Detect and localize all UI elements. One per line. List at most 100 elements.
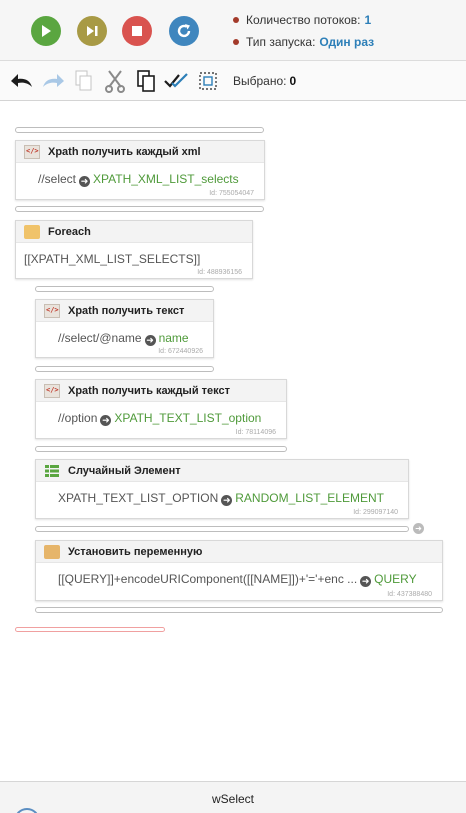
double-check-icon xyxy=(164,73,188,88)
block-id: Id: 672440926 xyxy=(158,348,203,355)
block-id: Id: 437388480 xyxy=(387,591,432,598)
block-body: XPATH_TEXT_LIST_OPTION ➜ RANDOM_LIST_ELEME… xyxy=(36,482,408,506)
restart-button[interactable] xyxy=(169,16,199,46)
script-canvas[interactable]: Xpath получить каждый xml //select➜XPATH… xyxy=(0,101,466,781)
block-xpath-text-list[interactable]: Xpath получить каждый текст //option➜XPA… xyxy=(35,379,287,439)
edit-toolbar: Выбрано: 0 xyxy=(0,61,466,101)
block-foreach[interactable]: Foreach [[XPATH_XML_LIST_SELECTS]] Id: 4… xyxy=(15,220,253,279)
paste-icon xyxy=(137,70,155,92)
bullet-icon xyxy=(233,17,239,23)
block-id: Id: 488936156 xyxy=(197,269,242,276)
block-header: Xpath получить каждый текст xyxy=(36,380,286,402)
block-title: Случайный Элемент xyxy=(68,464,181,477)
copy-button[interactable] xyxy=(71,69,97,93)
selected-label: Выбрано: xyxy=(233,74,287,88)
block-header: Установить переменную xyxy=(36,541,442,563)
block-title: Xpath получить текст xyxy=(68,304,185,317)
block-header: Foreach xyxy=(16,221,252,243)
block-id: Id: 299097140 xyxy=(353,509,398,516)
block-output: QUERY xyxy=(374,572,417,586)
block-header: Случайный Элемент xyxy=(36,460,408,482)
threads-value[interactable]: 1 xyxy=(365,13,372,27)
threads-info: Количество потоков: 1 xyxy=(233,13,371,27)
deselect-button[interactable] xyxy=(195,69,221,93)
select-all-button[interactable] xyxy=(164,69,190,93)
code-icon xyxy=(44,303,60,318)
insert-point[interactable] xyxy=(35,286,214,292)
arrow-right-icon: ➜ xyxy=(144,335,156,346)
block-body: //select/@name ➜ name xyxy=(36,322,213,346)
play-icon xyxy=(42,25,51,37)
launch-info: Тип запуска: Один раз xyxy=(233,35,374,49)
scissors-icon xyxy=(105,70,125,93)
redo-icon xyxy=(43,74,64,87)
block-id: Id: 755054047 xyxy=(209,190,254,197)
logo xyxy=(14,808,40,813)
block-xpath-text[interactable]: Xpath получить текст //select/@name➜name… xyxy=(35,299,214,358)
arrow-right-icon: ➜ xyxy=(221,495,233,506)
step-button[interactable] xyxy=(77,16,107,46)
insert-point[interactable] xyxy=(15,127,264,133)
block-input: [[QUERY]]+encodeURIComponent([[NAME]])+'… xyxy=(58,572,358,586)
block-body: //option ➜ XPATH_TEXT_LIST_option xyxy=(36,402,286,426)
stop-button[interactable] xyxy=(122,16,152,46)
block-random-element[interactable]: Случайный Элемент XPATH_TEXT_LIST_OPTION… xyxy=(35,459,409,519)
launch-value[interactable]: Один раз xyxy=(319,35,374,49)
project-name: wSelect xyxy=(211,792,255,806)
block-input: //select/@name xyxy=(58,331,142,345)
restart-icon xyxy=(177,24,191,38)
block-input: [[XPATH_XML_LIST_SELECTS]] xyxy=(24,252,201,266)
stop-icon xyxy=(132,26,142,36)
block-title: Xpath получить каждый xml xyxy=(48,145,201,158)
block-output: RANDOM_LIST_ELEMENT xyxy=(235,491,384,505)
block-input: XPATH_TEXT_LIST_OPTION xyxy=(58,491,219,505)
block-xpath-xml-list[interactable]: Xpath получить каждый xml //select➜XPATH… xyxy=(15,140,265,200)
status-bar: wSelect xyxy=(0,781,466,813)
step-forward-icon xyxy=(87,26,98,36)
loop-icon xyxy=(24,224,40,239)
block-input: //select xyxy=(38,172,77,186)
arrow-right-icon: ➜ xyxy=(79,176,91,187)
insert-point[interactable] xyxy=(35,446,287,452)
insert-point[interactable] xyxy=(15,206,264,212)
block-body: [[QUERY]]+encodeURIComponent([[NAME]])+'… xyxy=(36,563,442,587)
insert-point[interactable] xyxy=(35,607,443,613)
insert-point-active[interactable] xyxy=(15,627,165,632)
block-header: Xpath получить каждый xml xyxy=(16,141,264,163)
block-title: Foreach xyxy=(48,225,91,238)
redo-button[interactable] xyxy=(40,69,66,93)
block-header: Xpath получить текст xyxy=(36,300,213,322)
block-output: name xyxy=(158,331,189,345)
launch-label: Тип запуска: xyxy=(246,35,316,49)
arrow-right-icon: ➜ xyxy=(100,415,112,426)
block-body: //select ➜ XPATH_XML_LIST_selects xyxy=(16,163,264,187)
control-bar: Количество потоков: 1 Тип запуска: Один ра… xyxy=(0,0,466,61)
bullet-icon xyxy=(233,39,239,45)
code-icon xyxy=(24,144,40,159)
block-input: //option xyxy=(58,411,98,425)
paste-button[interactable] xyxy=(133,69,159,93)
threads-label: Количество потоков: xyxy=(246,13,361,27)
block-id: Id: 78114096 xyxy=(235,429,276,436)
copy-icon xyxy=(75,70,92,91)
insert-point[interactable] xyxy=(35,366,214,372)
selection-box-icon xyxy=(199,72,217,90)
code-icon xyxy=(44,383,60,398)
insert-point[interactable] xyxy=(35,526,409,532)
block-title: Установить переменную xyxy=(68,545,203,558)
cut-button[interactable] xyxy=(102,69,128,93)
block-output: XPATH_XML_LIST_selects xyxy=(93,172,239,186)
block-output: XPATH_TEXT_LIST_option xyxy=(114,411,262,425)
variable-icon xyxy=(44,544,60,559)
undo-button[interactable] xyxy=(9,69,35,93)
list-icon xyxy=(45,464,59,477)
arrow-right-icon: ➜ xyxy=(360,576,372,587)
selected-value: 0 xyxy=(289,74,297,88)
undo-icon xyxy=(11,74,32,87)
play-button[interactable] xyxy=(31,16,61,46)
block-title: Xpath получить каждый текст xyxy=(68,384,231,397)
selected-count: Выбрано: 0 xyxy=(233,74,296,88)
block-set-variable[interactable]: Установить переменную [[QUERY]]+encodeUR… xyxy=(35,540,443,601)
block-body: [[XPATH_XML_LIST_SELECTS]] xyxy=(16,243,252,266)
arrow-right-icon[interactable]: ➜ xyxy=(413,523,424,534)
